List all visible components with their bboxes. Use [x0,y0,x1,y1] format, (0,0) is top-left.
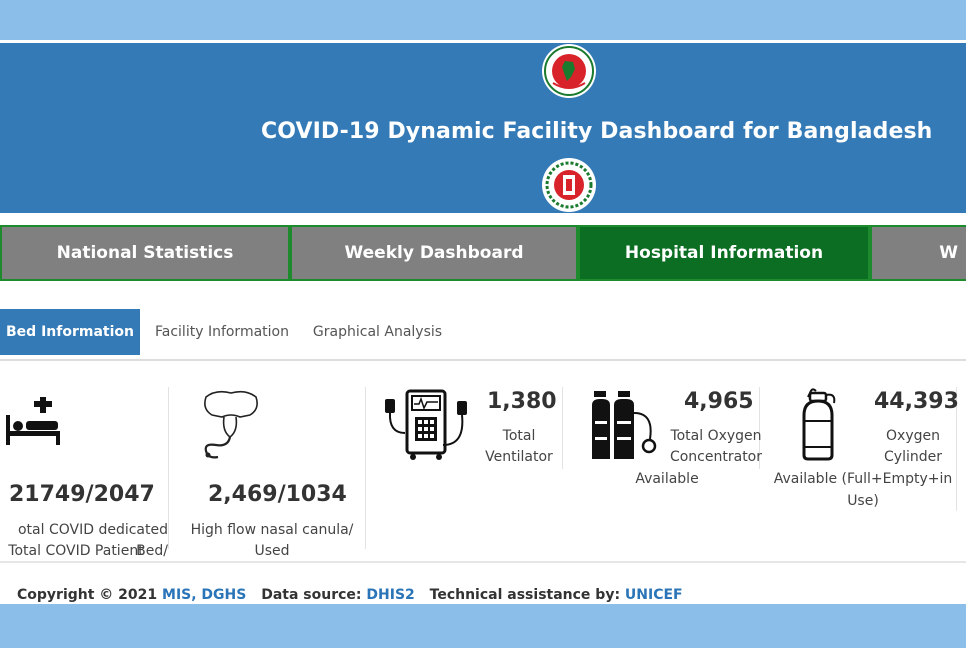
unicef-link[interactable]: UNICEF [625,587,683,603]
beds-value: 21749/2047 [9,482,155,507]
ventilator-value: 1,380 [487,389,557,414]
main-navigation: National Statistics Weekly Dashboard Hos… [0,225,966,281]
nasal-canula-icon [204,390,258,459]
oxygen-tanks-icon [592,391,657,459]
concentrator-label-line2: Concentrator [669,449,763,465]
beds-label-line2: Total COVID Patient [8,543,144,559]
tab-national-statistics[interactable]: National Statistics [0,225,290,281]
stat-cards: 21749/2047 otal COVID dedicated Bed/ Tot… [0,385,966,559]
subtab-facility-information[interactable]: Facility Information [145,309,299,355]
main-content: National Statistics Weekly Dashboard Hos… [0,213,966,604]
copyright-text: Copyright © 2021 [17,587,158,603]
concentrator-label-line3: Available [635,471,699,487]
cylinder-label-line2: Cylinder [884,449,942,465]
dhis2-link[interactable]: DHIS2 [366,587,414,603]
concentrator-label-line1: Total Oxygen [670,428,762,444]
cylinder-label-line4: Use) [847,493,879,509]
subtab-bed-information[interactable]: Bed Information [0,309,140,355]
ventilator-icon [385,389,467,460]
card-divider [562,387,563,469]
footer: Copyright © 2021 MIS, DGHS Data source: … [17,587,683,603]
tab-hospital-information[interactable]: Hospital Information [578,225,870,281]
canula-label: High flow nasal canula/ Used [190,522,354,559]
ventilator-label-line2: Ventilator [485,449,553,465]
ventilator-label-line1: Total [502,428,536,444]
footer-divider [0,561,966,563]
subtab-graphical-analysis[interactable]: Graphical Analysis [305,309,450,355]
technical-assistance-label: Technical assistance by: [429,587,621,603]
mis-dghs-link[interactable]: MIS, DGHS [162,587,246,603]
sub-tabs: Bed Information Facility Information Gra… [0,309,966,357]
data-source-label: Data source: [261,587,362,603]
bottom-background-band [0,604,966,648]
concentrator-value: 4,965 [684,389,754,414]
card-divider [168,387,169,549]
tab-partial[interactable]: W [870,225,966,281]
hospital-bed-icon [6,397,60,445]
subtab-divider [0,359,966,361]
government-seal-icon [542,44,596,98]
canula-value: 2,469/1034 [208,482,347,507]
dashboard-title: COVID-19 Dynamic Facility Dashboard for … [261,119,933,144]
tab-weekly-dashboard[interactable]: Weekly Dashboard [290,225,578,281]
oxygen-cylinder-icon [802,388,836,461]
cylinder-label-line3: Available (Full+Empty+in [773,471,953,487]
cylinder-value: 44,393 [874,389,959,414]
cylinder-label-line1: Oxygen [886,428,940,444]
top-background-band [0,0,966,40]
dashboard-header: COVID-19 Dynamic Facility Dashboard for … [0,43,966,213]
dghs-logo-icon [542,158,596,212]
